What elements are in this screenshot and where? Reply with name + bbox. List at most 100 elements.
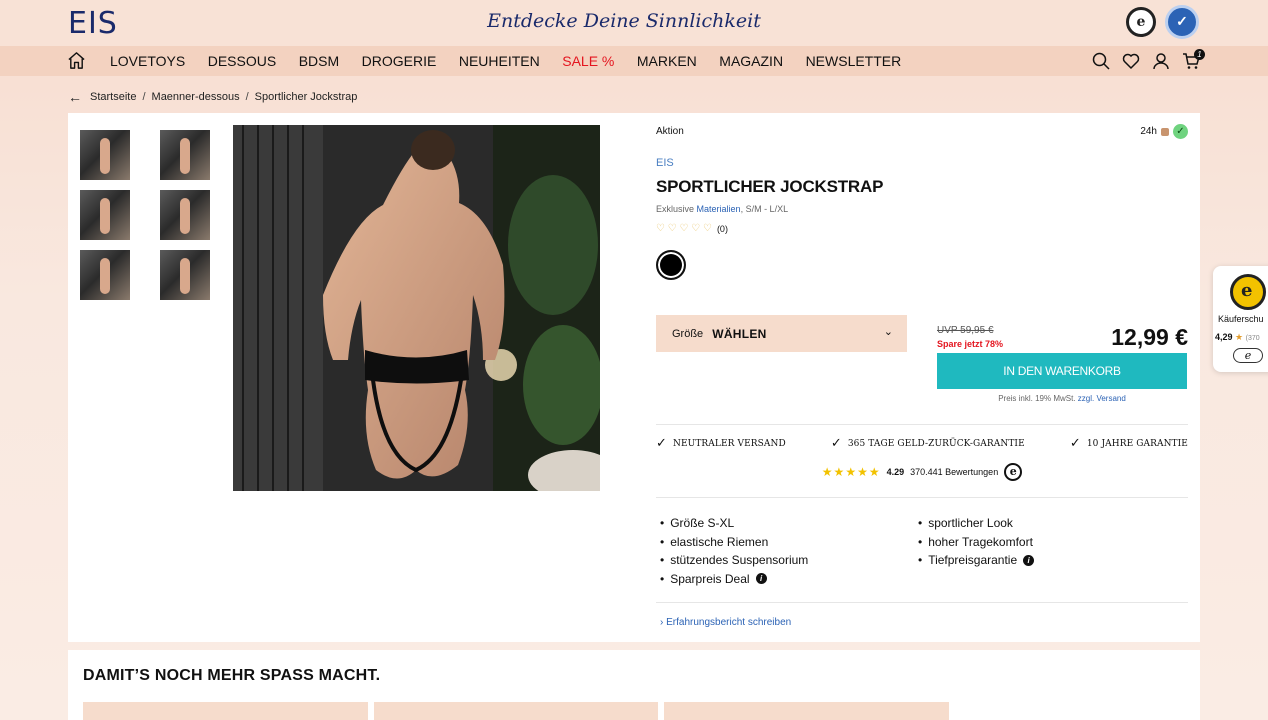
check-icon: ✓ [656,436,667,451]
cart-count-badge: 1 [1194,49,1205,60]
product-thumbnail[interactable] [80,130,130,180]
subtitle-suffix: , S/M - L/XL [740,204,789,214]
star-icon: ★ [1235,332,1244,342]
subtitle-prefix: Exklusive [656,204,695,214]
feature-item: elastische Riemen [660,533,808,552]
info-icon[interactable]: i [755,573,767,585]
shipping-link[interactable]: zzgl. Versand [1078,394,1126,403]
review-count: (0) [716,223,728,234]
home-icon[interactable] [67,51,86,70]
size-label: Größe [672,327,704,340]
product-thumbnail[interactable] [80,250,130,300]
product-thumbnail[interactable] [160,130,210,180]
usp-label: Neutraler Versand [673,438,786,449]
trusted-shops-seal-icon [1230,274,1266,310]
nav-item-magazin[interactable]: MAGAZIN [719,53,783,69]
empty-stars-icon: ♡ ♡ ♡ ♡ ♡ [656,223,712,234]
nav-menu: LOVETOYS DESSOUS BDSM DROGERIE NEUHEITEN… [110,53,924,69]
feature-item: stützendes Suspensorium [660,551,808,570]
product-subtitle: Exklusive Materialien, S/M - L/XL [656,204,788,214]
info-icon[interactable]: i [1023,554,1035,566]
chevron-right-icon: › [660,617,664,628]
product-brand[interactable]: EIS [656,157,674,169]
check-icon: ✓ [830,436,842,451]
nav-item-dessous[interactable]: DESSOUS [208,53,276,69]
product-thumbnail[interactable] [160,250,210,300]
nav-item-bdsm[interactable]: BDSM [299,53,339,69]
cart-icon[interactable]: 1 [1182,49,1205,70]
chevron-down-icon: ⌄ [883,326,893,338]
feature-text: hoher Tragekomfort [928,534,1033,549]
feature-item: Tiefpreisgarantie i [918,551,1035,570]
usp-label: 10 Jahre Garantie [1086,438,1188,449]
product-tile[interactable] [83,702,368,720]
feature-item: hoher Tragekomfort [918,533,1034,552]
color-swatch-black[interactable] [656,250,686,280]
feature-text: Tiefpreisgarantie [928,553,1018,568]
product-card: Aktion 24h ✓ EIS SPORTLICHER JOCKSTRAP E… [68,113,1200,642]
nav-item-sale[interactable]: SALE % [562,53,614,69]
nav-item-drogerie[interactable]: DROGERIE [362,53,437,69]
delivery-info: 24h ✓ [1140,124,1188,139]
product-title: SPORTLICHER JOCKSTRAP [656,177,884,196]
usp-item: ✓ 10 Jahre Garantie [1070,436,1188,451]
write-review-link[interactable]: › Erfahrungsbericht schreiben [660,617,791,628]
usp-item: ✓ 365 Tage Geld-Zurück-Garantie [831,436,1025,451]
vat-info: Preis inkl. 19% MwSt. zzgl. Versand [937,394,1187,403]
product-thumbnail[interactable] [80,190,130,240]
search-icon[interactable] [1092,52,1110,70]
trusted-shops-widget[interactable]: Käuferschu 4,29 ★ (370 e [1213,266,1268,372]
add-to-cart-button[interactable]: IN DEN WARENKORB [937,353,1187,389]
product-tile[interactable] [664,702,949,720]
certification-badge[interactable]: ✓ [1165,5,1199,39]
feature-text: sportlicher Look [928,516,1013,531]
breadcrumb-home[interactable]: Startseite [90,91,136,103]
breadcrumb: ← Startseite / Maenner-dessous / Sportli… [68,89,357,105]
delivery-time: 24h [1140,126,1157,137]
product-thumbnail[interactable] [160,190,210,240]
feature-text: Größe S-XL [670,516,735,531]
breadcrumb-category[interactable]: Maenner-dessous [152,91,240,103]
uvp-price: UVP 59,95 € [937,325,994,336]
usp-item: ✓ Neutraler Versand [656,436,786,451]
slogan: Entdecke Deine Sinnlichkeit [487,10,761,32]
breadcrumb-current: Sportlicher Jockstrap [254,91,358,103]
trusted-shops-toggle-icon[interactable]: e [1233,348,1263,363]
check-icon: ✓ [1069,436,1081,451]
product-main-image[interactable] [233,125,600,491]
nav-item-neuheiten[interactable]: NEUHEITEN [459,53,540,69]
divider [656,497,1188,498]
savings-text: Spare jetzt 78% [937,339,1004,349]
product-rating[interactable]: ♡ ♡ ♡ ♡ ♡ (0) [656,223,728,234]
cross-sell-section: DAMIT’S NOCH MEHR SPASS MACHT. [68,650,1200,720]
wishlist-heart-icon[interactable] [1122,52,1140,70]
usp-bar: ✓ Neutraler Versand ✓ 365 Tage Geld-Zurück… [656,436,1188,451]
feature-text: elastische Riemen [670,534,769,549]
account-user-icon[interactable] [1152,52,1170,70]
feature-list-right: sportlicher Look hoher Tragekomfort Tief… [918,514,1035,570]
trusted-shops-badge[interactable]: e [1126,7,1156,37]
rating-stars-icon: ★★★★★ [821,465,881,479]
divider [656,602,1188,603]
divider [656,424,1188,425]
vat-text: Preis inkl. 19% MwSt. [998,394,1076,403]
size-value: WÄHLEN [712,326,767,341]
breadcrumb-separator: / [245,91,249,103]
write-review-label: Erfahrungsbericht schreiben [666,617,792,628]
back-arrow-icon[interactable]: ← [68,89,82,105]
nav-item-newsletter[interactable]: NEWSLETTER [806,53,902,69]
nav-icons: 1 [1092,49,1205,70]
check-icon: ✓ [1173,124,1188,139]
feature-text: Sparpreis Deal [670,571,750,586]
feature-item: Sparpreis Deal i [660,570,808,589]
widget-score-count: (370 [1245,335,1260,342]
size-select[interactable]: Größe WÄHLEN ⌄ [656,315,907,352]
shop-rating[interactable]: ★★★★★ 4.29 370.441 Bewertungen e [656,463,1188,481]
widget-score: 4,29 ★ (370 [1215,332,1260,343]
breadcrumb-separator: / [142,91,146,103]
nav-item-lovetoys[interactable]: LOVETOYS [110,53,185,69]
widget-score-value: 4,29 [1215,332,1233,342]
materials-link[interactable]: Materialien [697,204,741,214]
product-tile[interactable] [374,702,658,720]
nav-item-marken[interactable]: MARKEN [637,53,697,69]
